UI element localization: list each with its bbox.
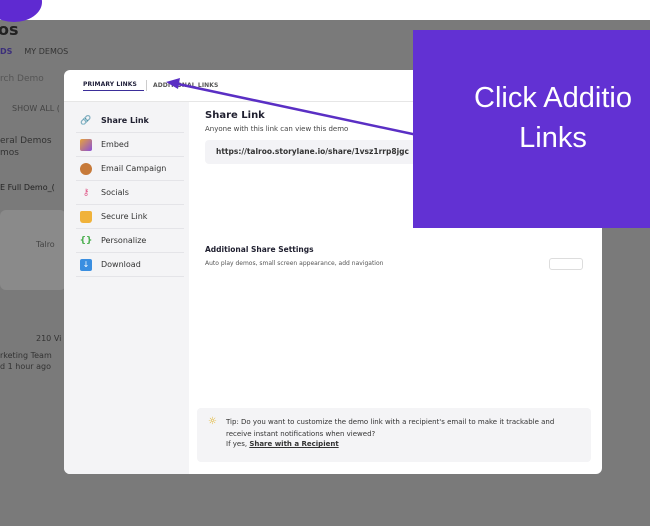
callout-text: Click Additio Links <box>423 78 650 158</box>
callout-line: Click Additio <box>474 82 632 114</box>
callout-line: Links <box>519 122 587 154</box>
instruction-callout: Click Additio Links <box>413 30 650 228</box>
